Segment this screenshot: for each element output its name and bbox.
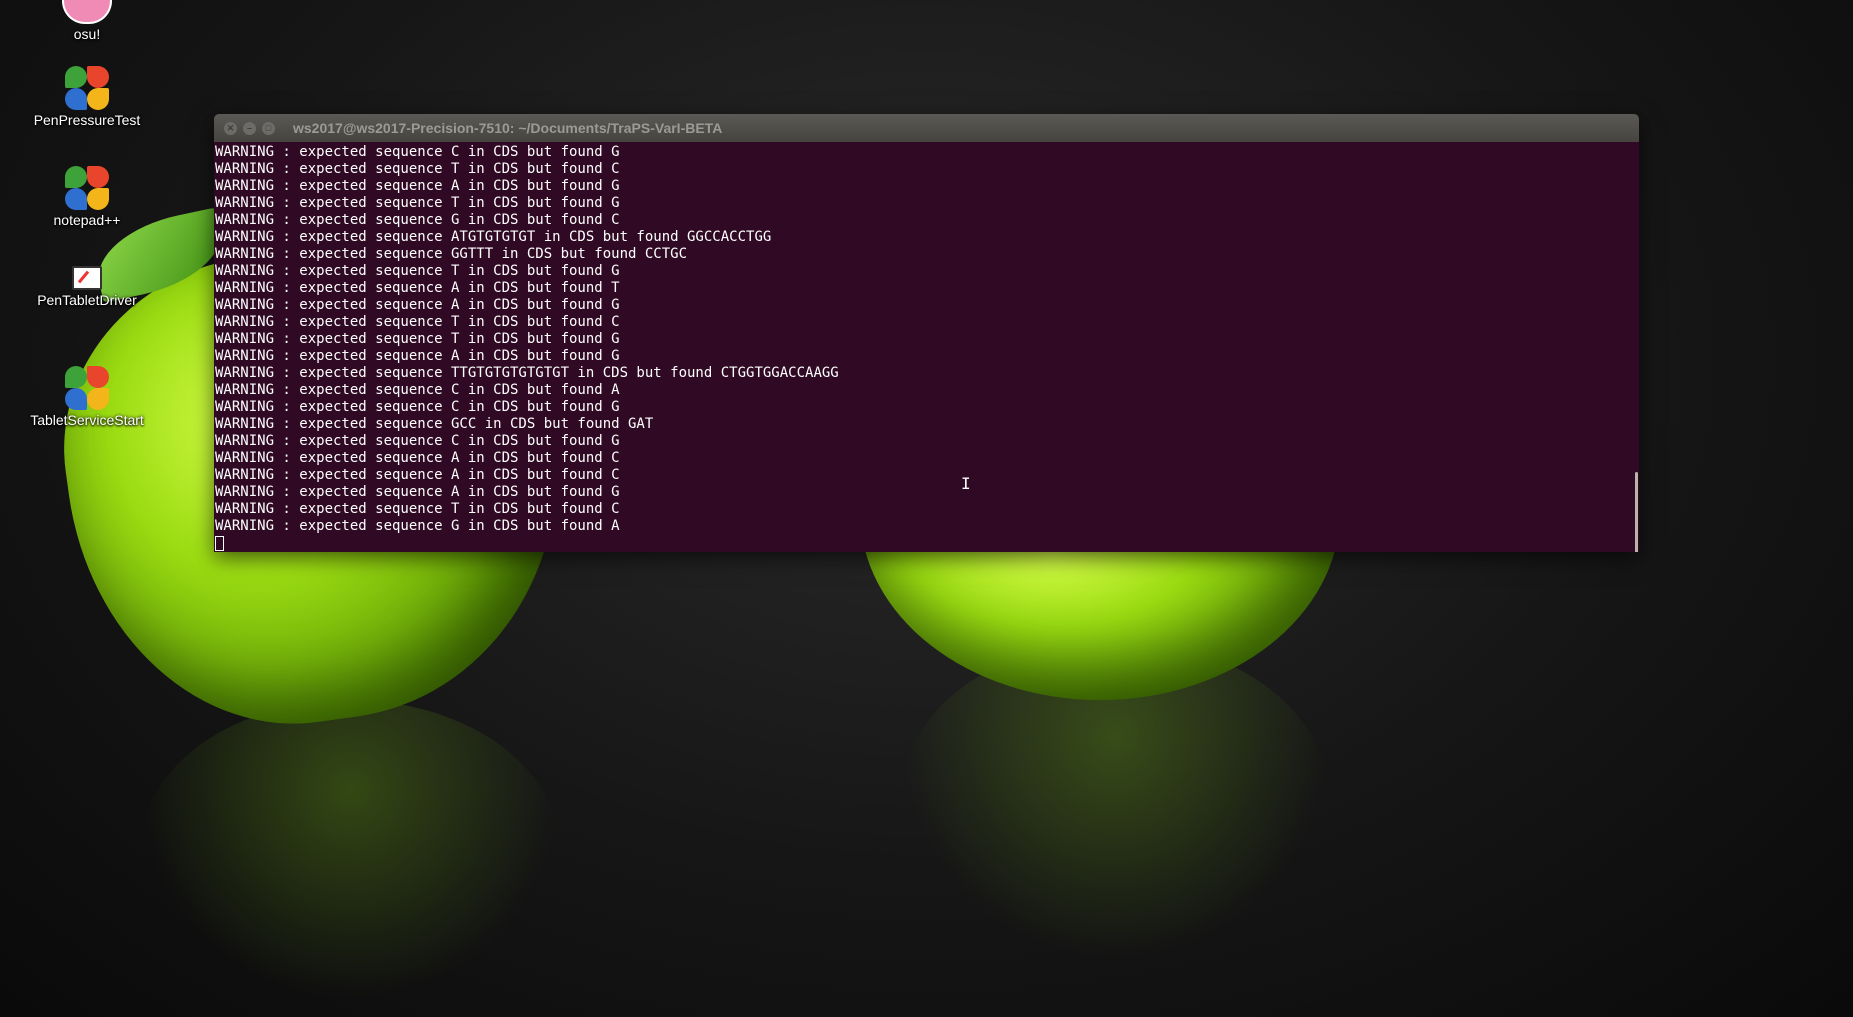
window-title: ws2017@ws2017-Precision-7510: ~/Document… bbox=[293, 120, 723, 136]
terminal-output[interactable]: WARNING : expected sequence C in CDS but… bbox=[214, 142, 1639, 552]
desktop-icon-label: TabletServiceStart bbox=[30, 412, 144, 428]
desktop-icon-label: PenPressureTest bbox=[33, 112, 141, 128]
terminal-window[interactable]: ✕ – □ ws2017@ws2017-Precision-7510: ~/Do… bbox=[214, 114, 1639, 552]
maximize-icon: □ bbox=[265, 123, 272, 133]
minimize-button[interactable]: – bbox=[243, 121, 256, 135]
clover-icon bbox=[65, 366, 109, 410]
terminal-line: WARNING : expected sequence T in CDS but… bbox=[215, 195, 620, 211]
terminal-line: WARNING : expected sequence G in CDS but… bbox=[215, 518, 620, 534]
terminal-line: WARNING : expected sequence C in CDS but… bbox=[215, 382, 620, 398]
terminal-line: WARNING : expected sequence C in CDS but… bbox=[215, 433, 620, 449]
close-icon: ✕ bbox=[226, 122, 235, 133]
desktop-icon-label: notepad++ bbox=[53, 212, 121, 228]
desktop-icon-label: PenTabletDriver bbox=[37, 292, 137, 308]
ibeam-cursor-icon: I bbox=[961, 474, 971, 493]
scrollbar[interactable] bbox=[1635, 472, 1638, 552]
clover-icon bbox=[65, 166, 109, 210]
terminal-lines: WARNING : expected sequence C in CDS but… bbox=[215, 144, 1639, 535]
terminal-line: WARNING : expected sequence C in CDS but… bbox=[215, 399, 620, 415]
terminal-line: WARNING : expected sequence T in CDS but… bbox=[215, 161, 620, 177]
terminal-line: WARNING : expected sequence ATGTGTGTGT i… bbox=[215, 229, 772, 245]
clover-icon bbox=[65, 66, 109, 110]
desktop-icon-penpressuretest[interactable]: PenPressureTest bbox=[12, 66, 162, 128]
terminal-line: WARNING : expected sequence A in CDS but… bbox=[215, 348, 620, 364]
desktop-icon-tabletservicestart[interactable]: TabletServiceStart bbox=[12, 366, 162, 428]
terminal-line: WARNING : expected sequence GCC in CDS b… bbox=[215, 416, 654, 432]
desktop-icon-label: osu! bbox=[73, 26, 101, 42]
tablet-driver-icon bbox=[72, 266, 102, 290]
terminal-line: WARNING : expected sequence A in CDS but… bbox=[215, 484, 620, 500]
wallpaper-reflection bbox=[140, 700, 560, 1000]
terminal-line: WARNING : expected sequence GGTTT in CDS… bbox=[215, 246, 688, 262]
terminal-line: WARNING : expected sequence TTGTGTGTGTGT… bbox=[215, 365, 839, 381]
terminal-line: WARNING : expected sequence C in CDS but… bbox=[215, 144, 620, 160]
minimize-icon: – bbox=[246, 123, 252, 133]
terminal-line: WARNING : expected sequence T in CDS but… bbox=[215, 501, 620, 517]
close-button[interactable]: ✕ bbox=[224, 121, 237, 135]
text-cursor bbox=[215, 536, 224, 551]
terminal-line: WARNING : expected sequence T in CDS but… bbox=[215, 331, 620, 347]
desktop-icon-osu[interactable]: osu! bbox=[12, 0, 162, 42]
osu-icon bbox=[62, 0, 112, 24]
terminal-line: WARNING : expected sequence T in CDS but… bbox=[215, 314, 620, 330]
terminal-line: WARNING : expected sequence T in CDS but… bbox=[215, 263, 620, 279]
desktop-icon-pentabletdriver[interactable]: PenTabletDriver bbox=[12, 266, 162, 308]
terminal-line: WARNING : expected sequence A in CDS but… bbox=[215, 297, 620, 313]
terminal-titlebar[interactable]: ✕ – □ ws2017@ws2017-Precision-7510: ~/Do… bbox=[214, 114, 1639, 142]
terminal-line: WARNING : expected sequence A in CDS but… bbox=[215, 280, 620, 296]
terminal-line: WARNING : expected sequence A in CDS but… bbox=[215, 178, 620, 194]
terminal-line: WARNING : expected sequence A in CDS but… bbox=[215, 450, 620, 466]
terminal-prompt-line[interactable] bbox=[215, 535, 1639, 552]
terminal-line: WARNING : expected sequence G in CDS but… bbox=[215, 212, 620, 228]
maximize-button[interactable]: □ bbox=[262, 121, 275, 135]
desktop-icon-notepadpp[interactable]: notepad++ bbox=[12, 166, 162, 228]
terminal-line: WARNING : expected sequence A in CDS but… bbox=[215, 467, 620, 483]
